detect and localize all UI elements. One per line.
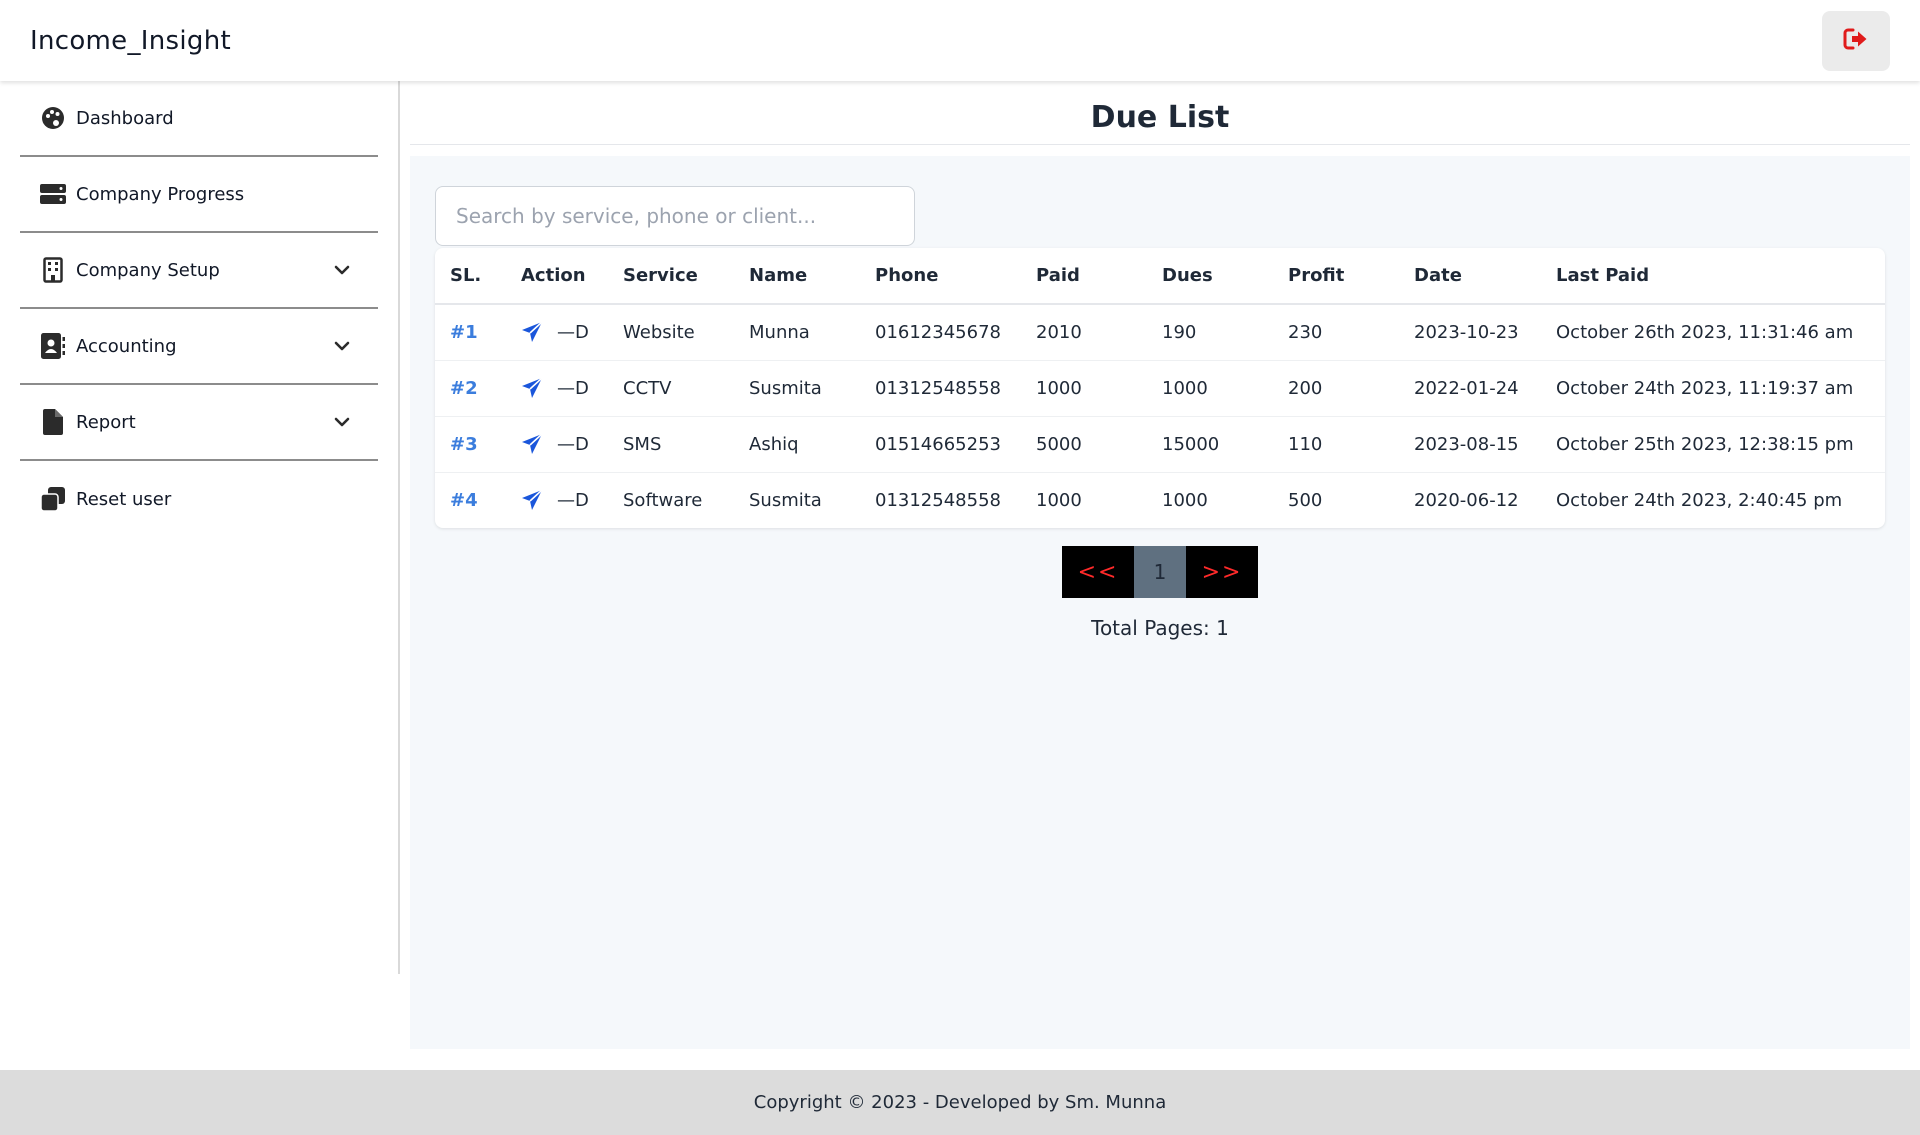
- server-icon: [40, 181, 66, 207]
- sidebar-item-dashboard[interactable]: Dashboard: [20, 81, 378, 157]
- paid-cell: 2010: [1021, 304, 1147, 361]
- sidebar-item-label: Company Progress: [76, 183, 245, 205]
- column-header: Last Paid: [1541, 248, 1885, 305]
- sidebar-item-label: Dashboard: [76, 107, 174, 129]
- due-list-panel: SL. Action Service Name Phone Paid Dues …: [410, 156, 1910, 1049]
- send-icon[interactable]: [521, 377, 543, 399]
- due-table-card: SL. Action Service Name Phone Paid Dues …: [435, 248, 1885, 528]
- date-cell: 2023-10-23: [1399, 304, 1541, 361]
- row-serial-link[interactable]: #3: [450, 434, 478, 455]
- service-cell: Website: [608, 304, 734, 361]
- column-header: Service: [608, 248, 734, 305]
- total-pages-text: Total Pages: 1: [1091, 616, 1229, 640]
- paid-cell: 1000: [1036, 489, 1082, 511]
- action-d-button[interactable]: —D: [557, 490, 589, 511]
- send-icon[interactable]: [521, 489, 543, 511]
- chevron-down-icon[interactable]: [332, 412, 352, 432]
- paid-cell: 5000: [1021, 416, 1147, 473]
- action-d-button[interactable]: —D: [557, 378, 589, 399]
- sidebar-item-accounting[interactable]: Accounting: [20, 309, 378, 385]
- dues-cell: 1000: [1162, 489, 1208, 511]
- phone-cell: 01312548558: [875, 489, 1001, 511]
- row-serial-link[interactable]: #4: [450, 490, 478, 511]
- top-navbar: Income_Insight: [0, 0, 1920, 81]
- profit-cell: 200: [1273, 360, 1399, 417]
- column-header: SL.: [435, 248, 506, 305]
- page-1-button[interactable]: 1: [1134, 546, 1186, 598]
- action-d-button[interactable]: —D: [557, 322, 589, 343]
- service-cell: SMS: [608, 416, 734, 473]
- paid-cell: 1000: [1021, 360, 1147, 417]
- building-icon: [40, 257, 66, 283]
- copyright-text: Copyright © 2023 - Developed by Sm. Munn…: [753, 1092, 1167, 1113]
- service-cell: CCTV: [608, 360, 734, 417]
- main-content: Due List SL. Action Service Name Phone P…: [410, 81, 1910, 1049]
- logout-button[interactable]: [1822, 10, 1890, 71]
- file-icon: [40, 409, 66, 435]
- next-page-button[interactable]: >>: [1186, 546, 1258, 598]
- phone-cell: 01514665253: [860, 416, 1021, 473]
- date-cell: 2020-06-12: [1414, 489, 1519, 511]
- table-row: #2 —D CCTV Susmita 01312548558 1000 1000…: [435, 360, 1885, 417]
- last-paid-cell: October 24th 2023, 11:19:37 am: [1541, 360, 1885, 417]
- chevron-down-icon[interactable]: [332, 336, 352, 356]
- sidebar-item-label: Accounting: [76, 335, 177, 357]
- contact-book-icon: [40, 333, 66, 359]
- send-icon[interactable]: [521, 321, 543, 343]
- name-cell: Munna: [734, 304, 860, 361]
- table-row: #4 —D Software Susmita 01312548558 1000 …: [435, 472, 1885, 528]
- copy-icon: [40, 486, 66, 512]
- sign-out-icon: [1843, 27, 1869, 55]
- app-title[interactable]: Income_Insight: [30, 26, 231, 56]
- sidebar-item-reset-user[interactable]: Reset user: [20, 461, 378, 537]
- dues-cell: 190: [1147, 304, 1273, 361]
- column-header: Name: [734, 248, 860, 305]
- due-table: SL. Action Service Name Phone Paid Dues …: [435, 248, 1885, 528]
- sidebar-item-label: Company Setup: [76, 259, 220, 281]
- name-cell: Ashiq: [734, 416, 860, 473]
- profit-cell: 110: [1273, 416, 1399, 473]
- pagination: << 1 >>: [1062, 546, 1258, 598]
- previous-page-button[interactable]: <<: [1062, 546, 1134, 598]
- service-cell: Software: [623, 489, 703, 511]
- sidebar-item-company-setup[interactable]: Company Setup: [20, 233, 378, 309]
- row-serial-link[interactable]: #2: [450, 378, 478, 399]
- sidebar-item-label: Report: [76, 411, 136, 433]
- table-row: #1 —D Website Munna 01612345678 2010 190…: [435, 304, 1885, 361]
- profit-cell: 500: [1288, 489, 1323, 511]
- send-icon[interactable]: [521, 433, 543, 455]
- column-header: Phone: [860, 248, 1021, 305]
- last-paid-cell: October 26th 2023, 11:31:46 am: [1541, 304, 1885, 361]
- date-cell: 2023-08-15: [1399, 416, 1541, 473]
- phone-cell: 01612345678: [860, 304, 1021, 361]
- last-paid-cell: October 24th 2023, 2:40:45 pm: [1556, 489, 1843, 511]
- phone-cell: 01312548558: [860, 360, 1021, 417]
- column-header: Action: [506, 248, 608, 305]
- page-title: Due List: [410, 81, 1910, 145]
- column-header: Paid: [1021, 248, 1147, 305]
- name-cell: Susmita: [749, 489, 822, 511]
- date-cell: 2022-01-24: [1399, 360, 1541, 417]
- name-cell: Susmita: [734, 360, 860, 417]
- last-paid-cell: October 25th 2023, 12:38:15 pm: [1541, 416, 1885, 473]
- chevron-down-icon[interactable]: [332, 260, 352, 280]
- sidebar: Dashboard Company Progress Company Setup: [0, 81, 400, 974]
- palette-icon: [40, 105, 66, 131]
- column-header: Profit: [1273, 248, 1399, 305]
- table-header-row: SL. Action Service Name Phone Paid Dues …: [435, 248, 1885, 305]
- sidebar-item-company-progress[interactable]: Company Progress: [20, 157, 378, 233]
- column-header: Date: [1399, 248, 1541, 305]
- row-serial-link[interactable]: #1: [450, 322, 478, 343]
- sidebar-item-report[interactable]: Report: [20, 385, 378, 461]
- table-row: #3 —D SMS Ashiq 01514665253 5000 15000 1…: [435, 416, 1885, 473]
- footer: Copyright © 2023 - Developed by Sm. Munn…: [0, 1070, 1920, 1135]
- column-header: Dues: [1147, 248, 1273, 305]
- dues-cell: 1000: [1147, 360, 1273, 417]
- dues-cell: 15000: [1147, 416, 1273, 473]
- profit-cell: 230: [1273, 304, 1399, 361]
- search-input[interactable]: [435, 186, 915, 246]
- action-d-button[interactable]: —D: [557, 434, 589, 455]
- sidebar-item-label: Reset user: [76, 488, 172, 510]
